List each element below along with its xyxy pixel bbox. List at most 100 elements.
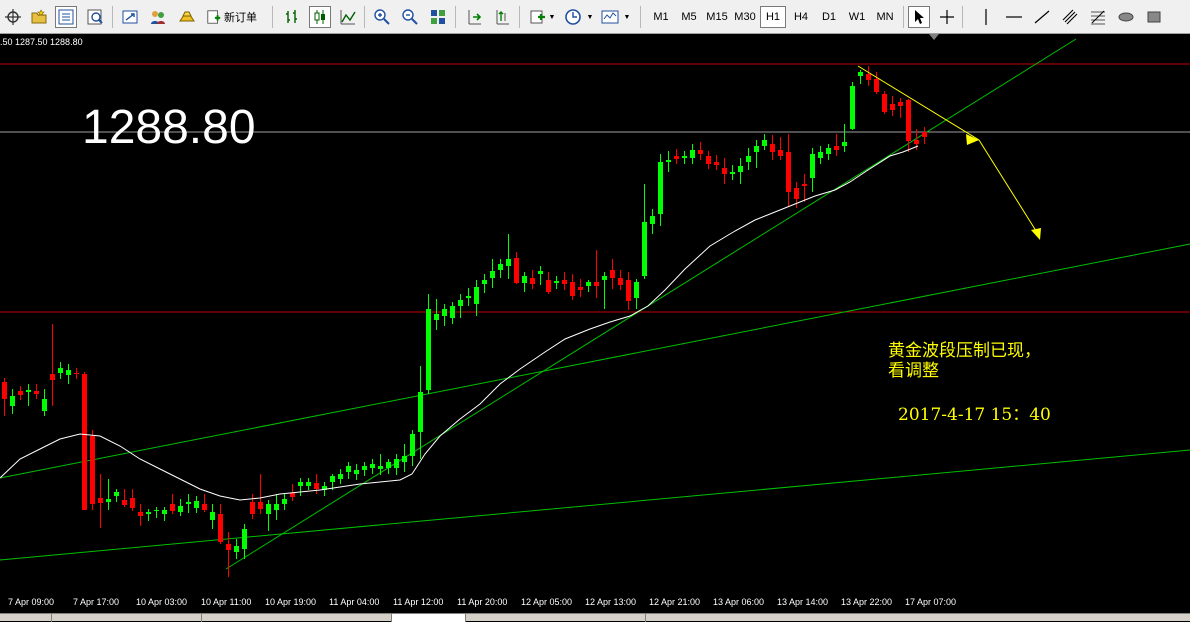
current-price-label: 1288.80: [82, 101, 256, 154]
timeframe-m30[interactable]: M30: [731, 6, 759, 28]
terminal-people-icon[interactable]: [147, 6, 169, 28]
bull-candle: [410, 434, 415, 456]
bear-candle: [98, 498, 103, 503]
data-window-icon[interactable]: [84, 6, 106, 28]
chart-shift-icon[interactable]: [491, 6, 513, 28]
bull-candle: [330, 476, 335, 482]
new-order-button[interactable]: 新订单: [206, 6, 266, 28]
bar-chart-icon[interactable]: [281, 6, 303, 28]
bull-candle: [474, 287, 479, 304]
bear-candle: [50, 374, 55, 380]
bull-candle: [810, 154, 815, 178]
trendline: [0, 449, 1190, 561]
bull-candle: [506, 259, 511, 266]
bull-candle: [58, 368, 63, 373]
crosshair-icon[interactable]: [936, 6, 958, 28]
bull-candle: [42, 399, 47, 411]
bull-candle: [554, 281, 559, 283]
timeframe-m15[interactable]: M15: [703, 6, 731, 28]
zoom-in-icon[interactable]: [371, 6, 393, 28]
market-watch-icon[interactable]: [55, 6, 77, 28]
vertical-line-icon[interactable]: [975, 6, 997, 28]
crosshair-move-icon[interactable]: [2, 6, 24, 28]
line-chart-icon[interactable]: [337, 6, 359, 28]
new-order-icon: [207, 10, 221, 24]
bull-candle: [482, 280, 487, 284]
bull-candle: [858, 72, 863, 76]
timeframe-mn[interactable]: MN: [872, 6, 898, 28]
x-axis-label: 12 Apr 05:00: [521, 597, 573, 607]
bear-candle: [530, 278, 535, 284]
moving-average-line: [0, 145, 919, 501]
chart-area[interactable]: .50 1287.50 1288.80 1288.80 黄金波段压制已现， 看调…: [0, 34, 1190, 613]
bull-candle: [26, 390, 31, 392]
bull-candle: [642, 222, 647, 276]
bull-candle: [442, 309, 447, 316]
bull-candle: [370, 464, 375, 468]
periods-dropdown-icon[interactable]: ▼: [586, 6, 594, 28]
fibonacci-icon[interactable]: [1087, 6, 1109, 28]
timeframe-h1[interactable]: H1: [760, 6, 786, 28]
bear-candle: [2, 382, 7, 399]
bull-candle: [146, 512, 151, 514]
bear-candle: [914, 140, 919, 144]
new-order-label: 新订单: [224, 12, 257, 24]
bear-candle: [834, 146, 839, 150]
bear-candle: [562, 280, 567, 284]
cursor-arrow-icon[interactable]: [908, 6, 930, 28]
x-axis-label: 10 Apr 03:00: [136, 597, 188, 607]
bear-candle: [778, 150, 783, 156]
bear-candle: [890, 104, 895, 110]
navigator-icon[interactable]: [119, 6, 141, 28]
auto-scroll-icon[interactable]: [463, 6, 485, 28]
bull-candle: [490, 271, 495, 278]
x-axis-label: 10 Apr 19:00: [265, 597, 317, 607]
equidistant-channel-icon[interactable]: [1059, 6, 1081, 28]
indicators-dropdown-icon[interactable]: ▼: [548, 6, 556, 28]
bear-candle: [706, 156, 711, 164]
bear-candle: [218, 514, 223, 542]
bear-candle: [794, 188, 799, 199]
ellipse-icon[interactable]: [1115, 6, 1137, 28]
zoom-out-icon[interactable]: [399, 6, 421, 28]
templates-icon[interactable]: [599, 6, 621, 28]
analysis-note-line-1: 黄金波段压制已现，: [888, 341, 1041, 361]
bull-candle: [154, 510, 159, 511]
templates-dropdown-icon[interactable]: ▼: [623, 6, 631, 28]
x-axis-label: 13 Apr 22:00: [841, 597, 893, 607]
timeframe-d1[interactable]: D1: [816, 6, 842, 28]
timeframe-m5[interactable]: M5: [676, 6, 702, 28]
gold-bars-icon[interactable]: [176, 6, 198, 28]
timeframe-h4[interactable]: H4: [788, 6, 814, 28]
candlestick-chart-icon[interactable]: [309, 6, 331, 28]
bear-candle: [546, 280, 551, 292]
timeframe-w1[interactable]: W1: [844, 6, 870, 28]
bear-candle: [770, 144, 775, 152]
horizontal-line-icon[interactable]: [1003, 6, 1025, 28]
bull-candle: [234, 546, 239, 552]
bear-candle: [122, 500, 127, 505]
rectangle-icon[interactable]: [1143, 6, 1165, 28]
bull-candle: [282, 499, 287, 504]
bull-candle: [298, 482, 303, 486]
bull-candle: [498, 264, 503, 270]
timeframe-m1[interactable]: M1: [648, 6, 674, 28]
bear-candle: [866, 74, 871, 80]
tile-windows-icon[interactable]: [427, 6, 449, 28]
bull-candle: [602, 276, 607, 280]
x-axis-label: 13 Apr 06:00: [713, 597, 765, 607]
bear-candle: [74, 373, 79, 374]
bull-candle: [306, 482, 311, 486]
bull-candle: [466, 296, 471, 298]
bull-candle: [210, 512, 215, 520]
trendline-icon[interactable]: [1031, 6, 1053, 28]
bear-candle: [202, 504, 207, 510]
bull-candle: [762, 140, 767, 146]
bull-candle: [754, 146, 759, 152]
bull-candle: [850, 86, 855, 129]
indicators-icon[interactable]: [527, 6, 549, 28]
periods-clock-icon[interactable]: [562, 6, 584, 28]
favorites-folder-icon[interactable]: [28, 6, 50, 28]
bull-candle: [842, 142, 847, 146]
bull-candle: [394, 459, 399, 468]
